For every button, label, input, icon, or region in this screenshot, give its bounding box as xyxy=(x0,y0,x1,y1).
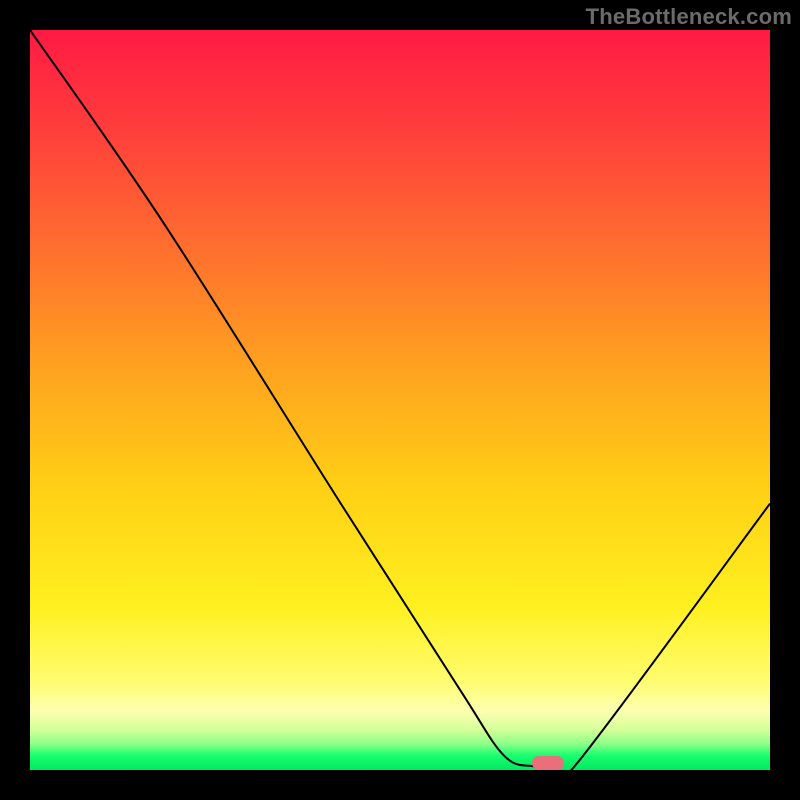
chart-frame: TheBottleneck.com xyxy=(0,0,800,800)
watermark-text: TheBottleneck.com xyxy=(586,4,792,30)
bottleneck-curve xyxy=(30,30,770,770)
curve-path xyxy=(30,30,770,770)
plot-area xyxy=(30,30,770,770)
optimal-marker xyxy=(532,756,564,770)
